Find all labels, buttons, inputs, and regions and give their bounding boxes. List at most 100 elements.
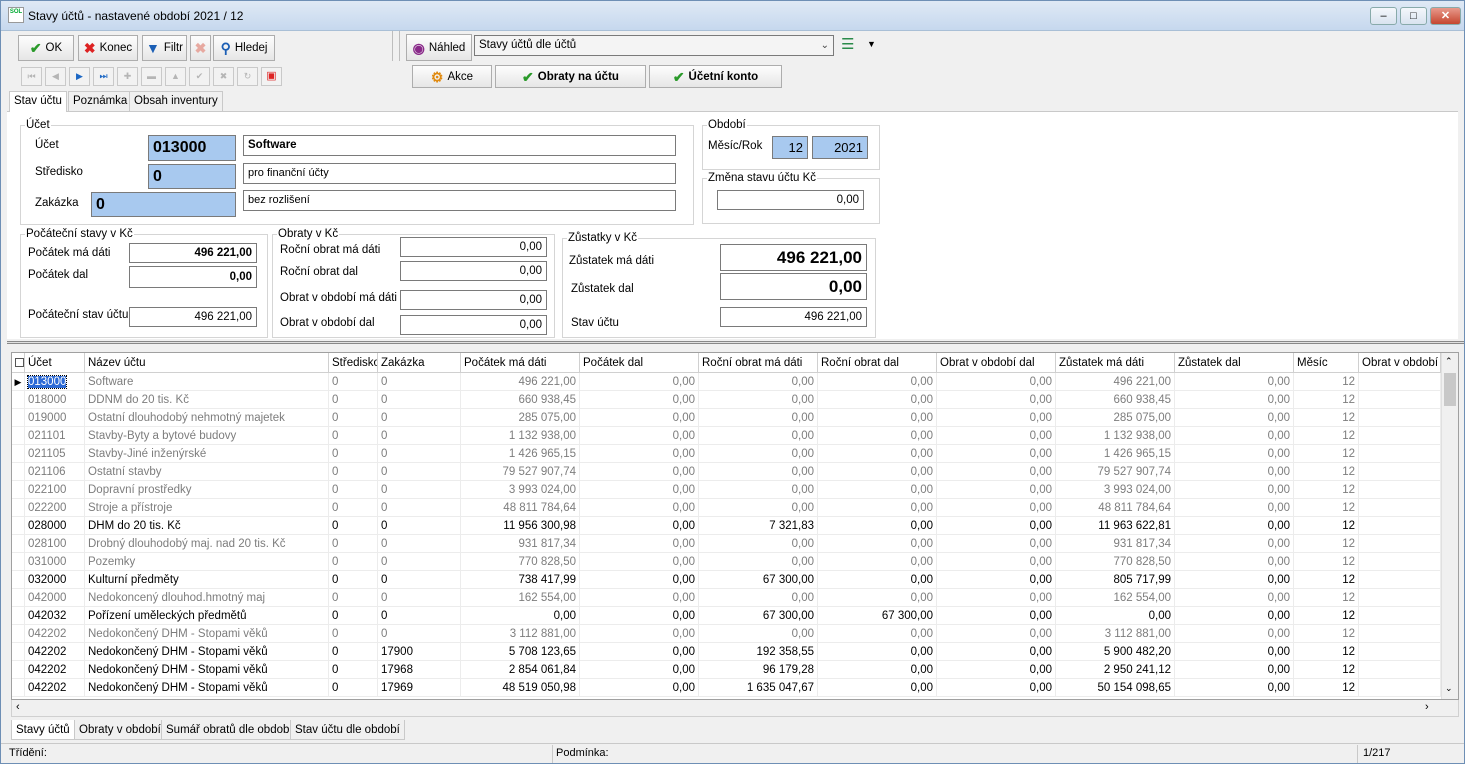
- cell-pmd[interactable]: 0,00: [461, 607, 580, 625]
- table-row[interactable]: 031000 Pozemky 0 0 770 828,50 0,00 0,00 0,00 0,0…: [12, 553, 1442, 571]
- scroll-up-icon[interactable]: ⌃: [1445, 356, 1453, 367]
- cell-zmd[interactable]: 79 527 907,74: [1056, 463, 1175, 481]
- cell-mes[interactable]: 12: [1294, 481, 1359, 499]
- cell-omd[interactable]: [1359, 553, 1441, 571]
- cell-pdal[interactable]: 0,00: [580, 553, 699, 571]
- cell-odal[interactable]: 0,00: [937, 589, 1056, 607]
- last-record-button[interactable]: ⏭: [93, 67, 114, 86]
- cell-ucet[interactable]: 021106: [25, 463, 85, 481]
- cell-omd[interactable]: [1359, 445, 1441, 463]
- cell-pmd[interactable]: 162 554,00: [461, 589, 580, 607]
- vertical-scrollbar[interactable]: ⌃ ⌄: [1441, 353, 1458, 699]
- cell-rdal[interactable]: 0,00: [818, 481, 937, 499]
- cell-pdal[interactable]: 0,00: [580, 571, 699, 589]
- cell-odal[interactable]: 0,00: [937, 517, 1056, 535]
- cell-pmd[interactable]: 5 708 123,65: [461, 643, 580, 661]
- cancel-record-button[interactable]: ✖: [213, 67, 234, 86]
- cell-rmd[interactable]: 67 300,00: [699, 571, 818, 589]
- cell-mes[interactable]: 12: [1294, 589, 1359, 607]
- table-row[interactable]: 042202 Nedokončený DHM - Stopami věků 0 179…: [12, 661, 1442, 679]
- cell-rdal[interactable]: 0,00: [818, 391, 937, 409]
- cell-mes[interactable]: 12: [1294, 445, 1359, 463]
- cell-pdal[interactable]: 0,00: [580, 661, 699, 679]
- cell-odal[interactable]: 0,00: [937, 625, 1056, 643]
- cell-zdal[interactable]: 0,00: [1175, 535, 1294, 553]
- cell-ucet[interactable]: 013000: [25, 373, 85, 391]
- cell-zmd[interactable]: 805 717,99: [1056, 571, 1175, 589]
- cell-zak[interactable]: 0: [378, 445, 461, 463]
- cell-mes[interactable]: 12: [1294, 409, 1359, 427]
- edit-record-button[interactable]: ▲: [165, 67, 186, 86]
- cell-str[interactable]: 0: [329, 427, 378, 445]
- cell-odal[interactable]: 0,00: [937, 499, 1056, 517]
- cell-zmd[interactable]: 285 075,00: [1056, 409, 1175, 427]
- cell-zmd[interactable]: 11 963 622,81: [1056, 517, 1175, 535]
- scroll-left-icon[interactable]: ‹: [16, 701, 20, 713]
- cell-pmd[interactable]: 2 854 061,84: [461, 661, 580, 679]
- zakazka-name-field[interactable]: bez rozlišení: [243, 190, 676, 211]
- cell-nazev[interactable]: Drobný dlouhodobý maj. nad 20 tis. Kč: [85, 535, 329, 553]
- cell-zdal[interactable]: 0,00: [1175, 409, 1294, 427]
- cell-rdal[interactable]: 0,00: [818, 661, 937, 679]
- cell-mes[interactable]: 12: [1294, 391, 1359, 409]
- cell-pdal[interactable]: 0,00: [580, 607, 699, 625]
- cell-ucet[interactable]: 042032: [25, 607, 85, 625]
- obraty-button[interactable]: ✔ Obraty na účtu: [495, 65, 646, 88]
- cell-pmd[interactable]: 770 828,50: [461, 553, 580, 571]
- row-indicator[interactable]: [12, 661, 25, 679]
- cell-rdal[interactable]: 0,00: [818, 427, 937, 445]
- filtr-button[interactable]: ▼ Filtr: [142, 35, 187, 61]
- cell-mes[interactable]: 12: [1294, 427, 1359, 445]
- cell-pmd[interactable]: 11 956 300,98: [461, 517, 580, 535]
- table-row[interactable]: 021106 Ostatní stavby 0 0 79 527 907,74 0,00 0…: [12, 463, 1442, 481]
- cell-pdal[interactable]: 0,00: [580, 409, 699, 427]
- next-record-button[interactable]: ▶: [69, 67, 90, 86]
- pocatek-dal-field[interactable]: 0,00: [129, 266, 257, 288]
- cell-str[interactable]: 0: [329, 391, 378, 409]
- cell-omd[interactable]: [1359, 589, 1441, 607]
- cell-odal[interactable]: 0,00: [937, 661, 1056, 679]
- table-row[interactable]: 042032 Pořízení uměleckých předmětů 0 0 0,00…: [12, 607, 1442, 625]
- cell-str[interactable]: 0: [329, 499, 378, 517]
- cell-omd[interactable]: [1359, 481, 1441, 499]
- cell-ucet[interactable]: 042202: [25, 625, 85, 643]
- cell-zmd[interactable]: 50 154 098,65: [1056, 679, 1175, 697]
- cell-str[interactable]: 0: [329, 553, 378, 571]
- column-header[interactable]: Měsíc: [1294, 353, 1359, 373]
- cell-rmd[interactable]: 0,00: [699, 391, 818, 409]
- cell-zak[interactable]: 0: [378, 625, 461, 643]
- cell-rdal[interactable]: 0,00: [818, 517, 937, 535]
- cell-zak[interactable]: 0: [378, 463, 461, 481]
- maximize-button[interactable]: □: [1400, 7, 1427, 25]
- minimize-button[interactable]: –: [1370, 7, 1397, 25]
- cell-ucet[interactable]: 028000: [25, 517, 85, 535]
- cell-rmd[interactable]: 0,00: [699, 589, 818, 607]
- row-indicator[interactable]: [12, 607, 25, 625]
- cell-omd[interactable]: [1359, 679, 1441, 697]
- cell-rmd[interactable]: 0,00: [699, 499, 818, 517]
- ok-button[interactable]: ✔ OK: [18, 35, 74, 61]
- cell-pdal[interactable]: 0,00: [580, 679, 699, 697]
- cell-zdal[interactable]: 0,00: [1175, 589, 1294, 607]
- cell-pmd[interactable]: 1 426 965,15: [461, 445, 580, 463]
- cell-mes[interactable]: 12: [1294, 607, 1359, 625]
- cell-odal[interactable]: 0,00: [937, 607, 1056, 625]
- cell-pdal[interactable]: 0,00: [580, 589, 699, 607]
- cell-nazev[interactable]: Stavby-Jiné inženýrské: [85, 445, 329, 463]
- zust-md-field[interactable]: 496 221,00: [720, 244, 867, 271]
- column-header[interactable]: Roční obrat dal: [818, 353, 937, 373]
- cell-pmd[interactable]: 3 112 881,00: [461, 625, 580, 643]
- cell-mes[interactable]: 12: [1294, 499, 1359, 517]
- cell-str[interactable]: 0: [329, 589, 378, 607]
- cell-mes[interactable]: 12: [1294, 643, 1359, 661]
- pocatek-md-field[interactable]: 496 221,00: [129, 243, 257, 263]
- akce-button[interactable]: ⚙ Akce: [412, 65, 492, 88]
- cell-odal[interactable]: 0,00: [937, 553, 1056, 571]
- stredisko-field[interactable]: 0: [148, 164, 236, 189]
- cell-rmd[interactable]: 0,00: [699, 409, 818, 427]
- cell-nazev[interactable]: Nedokončený DHM - Stopami věků: [85, 661, 329, 679]
- cell-mes[interactable]: 12: [1294, 679, 1359, 697]
- cell-zdal[interactable]: 0,00: [1175, 607, 1294, 625]
- first-record-button[interactable]: ⏮: [21, 67, 42, 86]
- cell-omd[interactable]: [1359, 463, 1441, 481]
